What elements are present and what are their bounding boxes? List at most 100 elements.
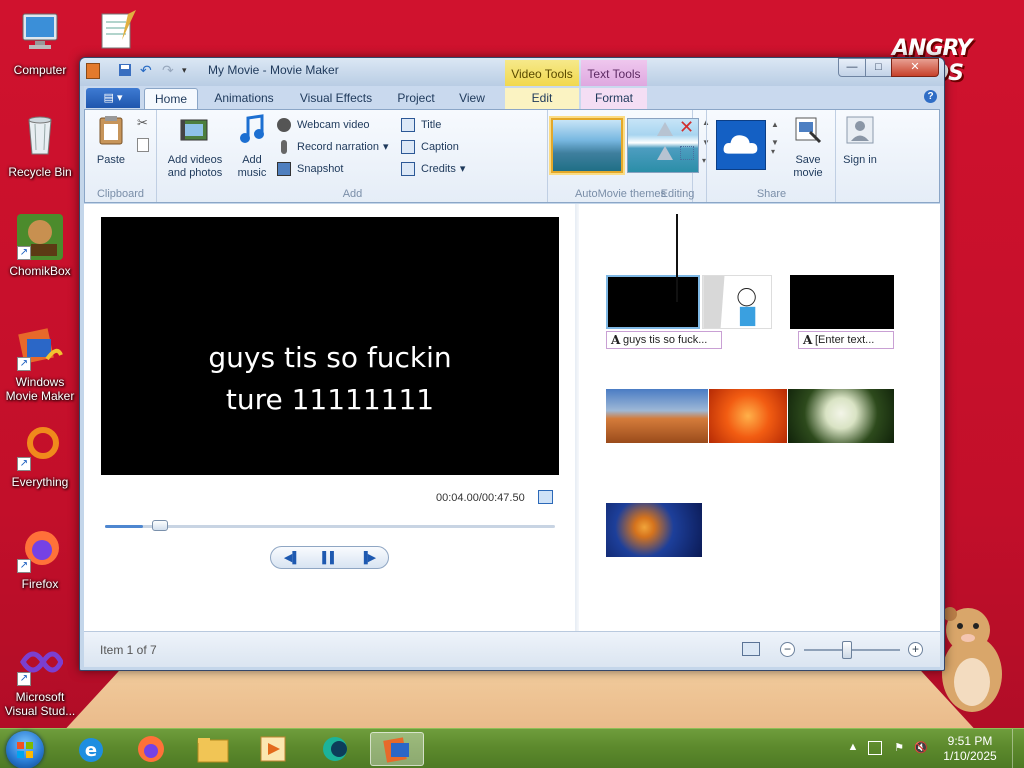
- thumbnail-size-icon[interactable]: [742, 642, 760, 656]
- storyboard-clip-jellyfish[interactable]: [606, 503, 702, 557]
- help-icon[interactable]: ?: [924, 90, 937, 103]
- zoom-in-button[interactable]: +: [908, 642, 923, 657]
- desktop-icon-label: Everything: [11, 475, 69, 489]
- title-bar[interactable]: ↶ ↷ ▾ My Movie - Movie Maker Video Tools…: [80, 58, 944, 86]
- desktop-icon-label: Computer: [13, 63, 67, 77]
- title-button[interactable]: Title: [401, 116, 441, 134]
- desktop-icon-label: Recycle Bin: [8, 165, 72, 179]
- storyboard-clip-2[interactable]: [702, 275, 772, 329]
- customize-qat-icon[interactable]: ▾: [182, 63, 192, 79]
- taskbar-media-player[interactable]: [246, 732, 300, 766]
- folder-icon: [197, 738, 229, 763]
- start-button[interactable]: [6, 731, 44, 768]
- select-all-icon[interactable]: [680, 146, 694, 160]
- desktop-icon-visual-studio[interactable]: ↗ Microsoft Visual Stud...: [1, 640, 79, 718]
- paste-label: Paste: [96, 154, 126, 166]
- notepad-shortcut-icon: [101, 10, 136, 49]
- save-movie-label: Save movie: [793, 154, 823, 179]
- user-icon: [846, 116, 874, 144]
- tab-format[interactable]: Format: [581, 88, 647, 109]
- playhead[interactable]: [676, 214, 678, 302]
- app-teal-icon: [323, 737, 347, 761]
- sign-in-group: Sign in: [837, 110, 883, 202]
- desktop-icon-computer[interactable]: Computer: [1, 10, 79, 77]
- network-icon[interactable]: [868, 741, 882, 755]
- add-videos-button[interactable]: Add videos and photos: [162, 114, 228, 180]
- add-music-button[interactable]: Add music: [232, 114, 272, 180]
- taskbar-firefox[interactable]: [124, 732, 178, 766]
- onedrive-share-button[interactable]: [716, 120, 766, 170]
- window-title: My Movie - Movie Maker: [208, 63, 339, 77]
- webcam-video-button[interactable]: Webcam video: [277, 116, 370, 134]
- tab-view[interactable]: View: [450, 88, 494, 109]
- taskbar-movie-maker[interactable]: [370, 732, 424, 766]
- copy-icon[interactable]: [137, 138, 149, 152]
- tab-home[interactable]: Home: [144, 88, 198, 109]
- close-button[interactable]: ✕: [891, 58, 939, 77]
- tab-project[interactable]: Project: [389, 88, 443, 109]
- status-text: Item 1 of 7: [100, 643, 157, 657]
- cut-icon[interactable]: ✂: [137, 115, 151, 130]
- storyboard-clip-1[interactable]: [606, 275, 700, 329]
- storyboard-clip-3[interactable]: [790, 275, 894, 329]
- caption-button[interactable]: Caption: [401, 138, 459, 156]
- context-tab-text-tools: Text Tools: [581, 60, 647, 86]
- desktop-icon-firefox[interactable]: ↗ Firefox: [1, 527, 79, 591]
- desktop-icon-movie-maker[interactable]: ↗ Windows Movie Maker: [1, 325, 79, 403]
- content-area: guys tis so fuckin ture 11111111 00:04.0…: [84, 204, 940, 631]
- tab-edit[interactable]: Edit: [505, 88, 579, 109]
- chomikbox-icon: ↗: [17, 214, 63, 260]
- snapshot-icon: [277, 162, 291, 176]
- minimize-button[interactable]: —: [838, 58, 866, 77]
- tab-visual-effects[interactable]: Visual Effects: [292, 88, 380, 109]
- tab-animations[interactable]: Animations: [204, 88, 284, 109]
- desktop-icon-everything[interactable]: ↗ Everything: [1, 425, 79, 489]
- caption-icon: [401, 140, 415, 154]
- zoom-out-button[interactable]: −: [780, 642, 795, 657]
- taskbar-internet-explorer[interactable]: e: [64, 732, 118, 766]
- computer-icon: [22, 13, 58, 49]
- app-menu-button[interactable]: ▤ ▾: [86, 88, 140, 108]
- status-bar: Item 1 of 7 − +: [84, 631, 940, 667]
- show-desktop-button[interactable]: [1012, 729, 1024, 768]
- show-hidden-icons[interactable]: ▲: [846, 741, 860, 755]
- rotate-left-icon[interactable]: [657, 122, 673, 136]
- share-scroll[interactable]: ▲ ▼ ▾: [771, 120, 781, 170]
- caption-tag-1[interactable]: Aguys tis so fuck...: [606, 331, 722, 349]
- editing-group: ✕ Editing: [649, 110, 707, 202]
- credits-button[interactable]: Credits ▾: [401, 160, 465, 178]
- volume-muted-icon[interactable]: 🔇: [914, 741, 928, 755]
- theme-thumbnail-selected[interactable]: [551, 118, 623, 173]
- desktop-icon-chomikbox[interactable]: ↗ ChomikBox: [1, 214, 79, 278]
- record-narration-button[interactable]: Record narration ▾: [277, 138, 388, 156]
- save-movie-button[interactable]: Save movie: [786, 114, 830, 180]
- clock-date: 1/10/2025: [943, 749, 997, 763]
- storyboard-clip-chrysanthemum[interactable]: [709, 389, 787, 443]
- rotate-right-icon[interactable]: [657, 146, 673, 160]
- undo-icon[interactable]: ↶: [140, 63, 156, 79]
- snapshot-button[interactable]: Snapshot: [277, 160, 343, 178]
- maximize-button[interactable]: □: [865, 58, 892, 77]
- save-icon[interactable]: [118, 63, 132, 79]
- app-icon[interactable]: [86, 63, 100, 79]
- remove-icon[interactable]: ✕: [679, 118, 695, 136]
- credits-icon: [401, 162, 415, 176]
- zoom-slider-thumb[interactable]: [842, 641, 853, 659]
- taskbar-app-teal[interactable]: [308, 732, 362, 766]
- caption-tag-text: [Enter text...: [815, 334, 875, 346]
- storyboard-clip-hydrangea[interactable]: [788, 389, 894, 443]
- sign-in-button[interactable]: Sign in: [843, 114, 877, 167]
- caption-tag-2[interactable]: A [Enter text...: [798, 331, 894, 349]
- taskbar-clock[interactable]: 9:51 PM 1/10/2025: [938, 734, 1002, 764]
- music-note-icon: [240, 114, 264, 143]
- redo-icon[interactable]: ↷: [162, 63, 178, 79]
- paste-button[interactable]: Paste: [91, 114, 131, 167]
- storyboard: Aguys tis so fuck... A [Enter text...: [84, 204, 940, 631]
- desktop-icon-notepad[interactable]: [76, 10, 154, 63]
- storyboard-clip-desert[interactable]: [606, 389, 708, 443]
- context-tab-video-tools: Video Tools: [505, 60, 579, 86]
- paste-icon: [99, 116, 123, 145]
- desktop-icon-recycle-bin[interactable]: Recycle Bin: [1, 112, 79, 179]
- action-center-flag-icon[interactable]: ⚑: [892, 741, 906, 755]
- taskbar-file-explorer[interactable]: [186, 732, 240, 766]
